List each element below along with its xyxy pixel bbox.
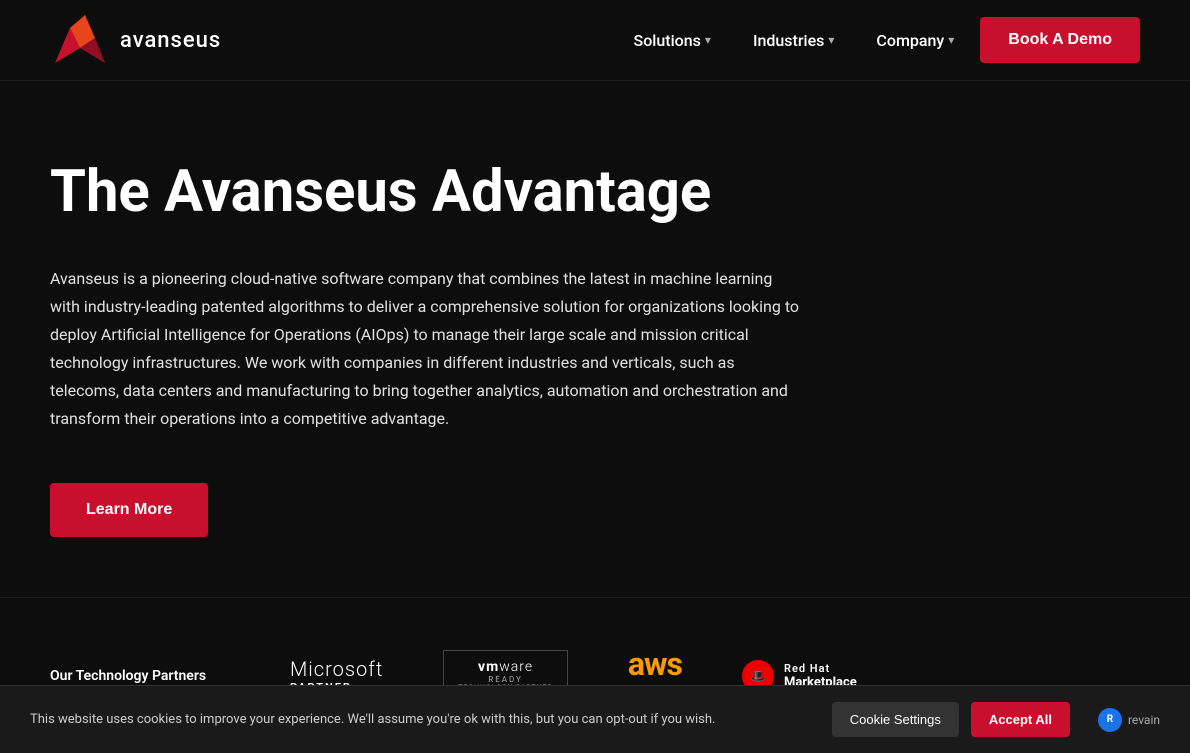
revain-label: revain bbox=[1128, 713, 1160, 727]
partners-label: Our Technology Partners bbox=[50, 668, 210, 684]
hero-title: The Avanseus Advantage bbox=[50, 161, 800, 225]
company-label: Company bbox=[876, 31, 944, 50]
cookie-accept-button[interactable]: Accept All bbox=[971, 702, 1070, 737]
book-demo-button[interactable]: Book A Demo bbox=[980, 17, 1140, 63]
vmware-brand-text: vmware bbox=[478, 659, 533, 675]
redhat-brand-text: Red Hat bbox=[784, 662, 857, 675]
cookie-actions: Cookie Settings Accept All R revain bbox=[832, 702, 1160, 737]
nav-industries[interactable]: Industries ▾ bbox=[737, 21, 850, 60]
revain-icon: R bbox=[1098, 708, 1122, 732]
nav-links: Solutions ▾ Industries ▾ Company ▾ Book … bbox=[618, 17, 1140, 63]
microsoft-partner-text-line1: Microsoft bbox=[290, 657, 383, 681]
nav-solutions[interactable]: Solutions ▾ bbox=[618, 21, 727, 60]
hero-section: The Avanseus Advantage Avanseus is a pio… bbox=[0, 81, 850, 597]
cookie-message: This website uses cookies to improve you… bbox=[30, 712, 780, 727]
brand-name: avanseus bbox=[120, 28, 221, 53]
logo-area[interactable]: avanseus bbox=[50, 13, 221, 68]
industries-chevron-icon: ▾ bbox=[828, 33, 834, 47]
avanseus-logo-icon bbox=[50, 13, 110, 68]
learn-more-button[interactable]: Learn More bbox=[50, 483, 208, 537]
vmware-ready-text: READY bbox=[488, 675, 523, 684]
redhat-hat-icon: 🎩 bbox=[750, 669, 765, 683]
cookie-settings-button[interactable]: Cookie Settings bbox=[832, 702, 959, 737]
aws-brand-text: aws bbox=[628, 648, 682, 680]
cookie-banner: This website uses cookies to improve you… bbox=[0, 685, 1190, 753]
navbar: avanseus Solutions ▾ Industries ▾ Compan… bbox=[0, 0, 1190, 80]
revain-badge: R revain bbox=[1098, 708, 1160, 732]
industries-label: Industries bbox=[753, 31, 824, 50]
company-chevron-icon: ▾ bbox=[948, 33, 954, 47]
solutions-chevron-icon: ▾ bbox=[705, 33, 711, 47]
solutions-label: Solutions bbox=[634, 31, 701, 50]
nav-company[interactable]: Company ▾ bbox=[860, 21, 970, 60]
hero-description: Avanseus is a pioneering cloud-native so… bbox=[50, 265, 800, 433]
